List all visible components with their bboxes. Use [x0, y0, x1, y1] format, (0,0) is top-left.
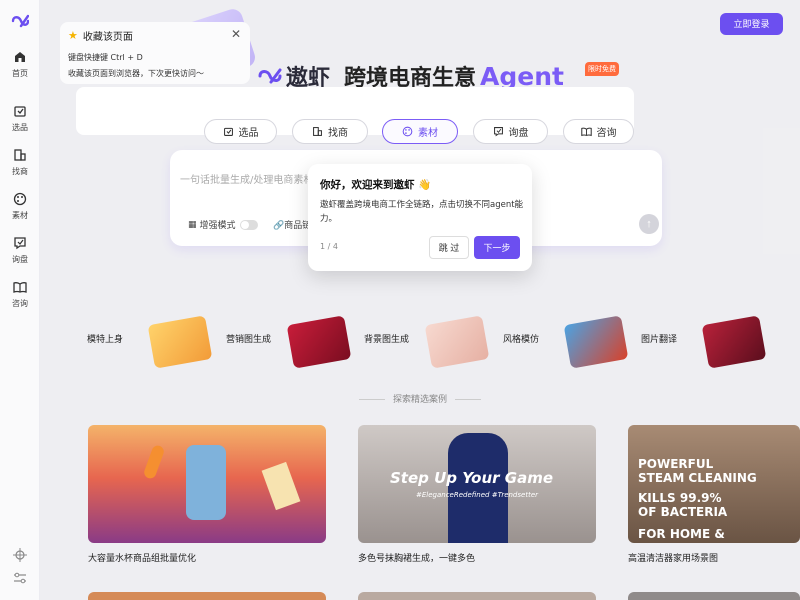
inquiry-icon [14, 237, 26, 250]
product-select-icon [14, 106, 26, 117]
case-overlay-heading: Step Up Your Game [390, 469, 554, 487]
brand-logo-icon [258, 68, 282, 84]
palette-icon [402, 126, 413, 137]
limited-free-badge: 限时免费 [585, 62, 619, 76]
sidebar-item-label: 素材 [12, 211, 28, 220]
feature-card-background-image[interactable]: 背景图生成 [364, 315, 494, 369]
feature-thumbnail [286, 315, 352, 369]
feature-card-marketing-image[interactable]: 营销图生成 [226, 315, 356, 369]
feature-thumbnail [424, 315, 490, 369]
sidebar: 首页 选品 找商 素材 询盘 咨询 [0, 0, 40, 600]
book-icon [580, 127, 592, 137]
case-thumbnail [88, 425, 326, 543]
tour-title: 你好，欢迎来到遨虾 👋 [320, 179, 432, 191]
login-button[interactable]: 立即登录 [720, 13, 783, 35]
case-caption: 大容量水杯商品组批量优化 [88, 554, 197, 564]
enhance-mode-toggle[interactable]: ▦ 增强模式 [188, 218, 258, 231]
bookmark-shortcut: 键盘快捷键 Ctrl + D [68, 53, 143, 62]
sidebar-item-product-select[interactable]: 选品 [0, 104, 40, 140]
tumbler-illustration [186, 445, 226, 520]
bookmark-title: 收藏该页面 [82, 32, 133, 43]
sidebar-item-label: 选品 [12, 123, 28, 132]
sidebar-item-label: 询盘 [12, 255, 28, 264]
feature-thumbnail [147, 315, 213, 369]
case-card[interactable]: 大容量水杯商品组批量优化 [88, 425, 326, 564]
feature-thumbnail [701, 315, 767, 369]
star-icon: ★ [68, 29, 78, 42]
supplier-icon [313, 127, 322, 136]
tour-step-counter: 1 / 4 [320, 242, 338, 251]
palette-icon [13, 192, 27, 206]
tab-supplier[interactable]: 找商 [292, 119, 368, 144]
tour-body: 遨虾覆盖跨境电商工作全链路，点击切换不同agent能力。 [320, 200, 524, 224]
tab-inquiry[interactable]: 询盘 [473, 119, 548, 144]
case-thumbnail-next-row [628, 592, 800, 600]
sidebar-item-consult[interactable]: 咨询 [0, 280, 40, 316]
sidebar-item-supplier[interactable]: 找商 [0, 148, 40, 184]
section-title: 探索精选案例 [340, 392, 500, 405]
link-icon: 🔗 [273, 221, 285, 231]
case-thumbnail: POWERFUL STEAM CLEANING KILLS 99.9% OF B… [628, 425, 800, 543]
tab-consult[interactable]: 咨询 [563, 119, 634, 144]
sidebar-item-material[interactable]: 素材 [0, 192, 40, 228]
book-icon [13, 282, 27, 293]
sidebar-item-label: 找商 [12, 167, 28, 176]
product-link-button[interactable]: 🔗商品链 [273, 218, 309, 231]
home-icon [15, 52, 25, 62]
enhance-label: 增强模式 [199, 221, 236, 231]
dress-illustration [448, 433, 508, 543]
sidebar-item-home[interactable]: 首页 [0, 50, 40, 86]
tab-material[interactable]: 素材 [382, 119, 458, 144]
case-caption: 高温清洁器家用场景图 [628, 554, 719, 564]
case-caption: 多色号抹胸裙生成，一键多色 [358, 554, 476, 564]
inquiry-icon [493, 127, 503, 137]
prompt-input[interactable]: 一句话批量生成/处理电商素材 [180, 171, 320, 186]
feature-card-model-try-on[interactable]: 模特上身 [87, 315, 217, 369]
tab-product-select[interactable]: 选品 [204, 119, 277, 144]
supplier-icon [14, 149, 26, 161]
case-thumbnail: Step Up Your Game #EleganceRedefined #Tr… [358, 425, 596, 543]
case-card[interactable]: Step Up Your Game #EleganceRedefined #Tr… [358, 425, 596, 564]
enhance-icon: ▦ [188, 219, 197, 230]
case-thumbnail-next-row [88, 592, 326, 600]
feature-card-image-translate[interactable]: 图片翻译 [641, 315, 771, 369]
target-icon[interactable] [13, 548, 27, 562]
sidebar-item-inquiry[interactable]: 询盘 [0, 236, 40, 272]
tour-skip-button[interactable]: 跳 过 [429, 236, 469, 259]
case-overlay-tags: #EleganceRedefined #Trendsetter [416, 491, 539, 499]
sliders-icon[interactable] [13, 571, 27, 585]
sidebar-item-label: 首页 [12, 69, 28, 78]
case-thumbnail-next-row [358, 592, 596, 600]
send-button[interactable]: ↑ [639, 214, 659, 234]
brand-logo-icon[interactable] [11, 13, 29, 29]
bookmark-desc: 收藏该页面到浏览器，下次更快访问～ [68, 69, 204, 78]
close-icon[interactable]: ✕ [231, 27, 241, 41]
tour-next-button[interactable]: 下一步 [474, 236, 520, 259]
sidebar-item-label: 咨询 [12, 299, 28, 308]
tour-popover: 你好，欢迎来到遨虾 👋 遨虾覆盖跨境电商工作全链路，点击切换不同agent能力。… [308, 164, 532, 271]
feature-thumbnail [563, 315, 629, 369]
toggle-switch[interactable] [239, 219, 258, 230]
feature-card-style-imitation[interactable]: 风格模仿 [503, 315, 633, 369]
product-select-icon [223, 127, 233, 136]
case-card[interactable]: POWERFUL STEAM CLEANING KILLS 99.9% OF B… [628, 425, 800, 564]
bookmark-popup: ★ 收藏该页面 ✕ 键盘快捷键 Ctrl + D 收藏该页面到浏览器，下次更快访… [60, 22, 250, 84]
